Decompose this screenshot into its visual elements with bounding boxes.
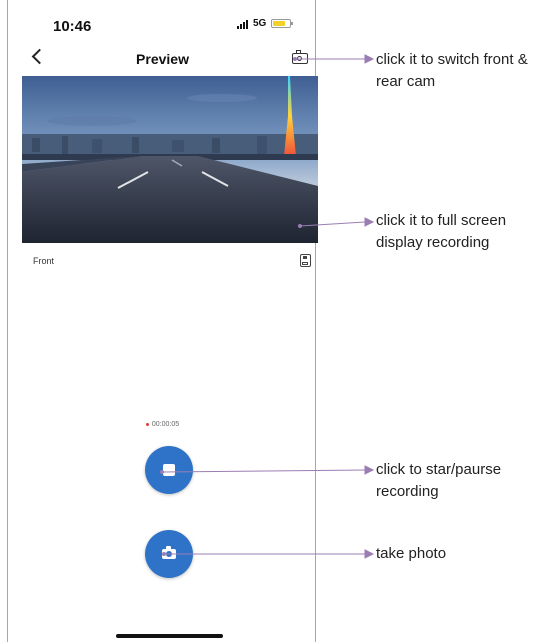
leader-arrow-fullscreen [364, 217, 375, 227]
annotation-photo: take photo [376, 545, 447, 562]
leader-dot-record [160, 470, 164, 474]
annotation-fullscreen: click it to full screen display recordin… [376, 212, 507, 251]
leader-line-record [161, 469, 366, 473]
leader-line-fullscreen [299, 221, 366, 227]
leader-arrow-record [364, 465, 375, 475]
annotation-record: click to star/paurse recording [376, 461, 502, 500]
leader-arrow-switch [364, 54, 375, 64]
leader-dot-fullscreen [298, 224, 302, 228]
leader-dot-photo [162, 552, 166, 556]
annotation-switch-camera: click it to switch front & rear cam [376, 51, 528, 90]
leader-dot-switch [293, 57, 297, 61]
leader-arrow-photo [364, 549, 375, 559]
